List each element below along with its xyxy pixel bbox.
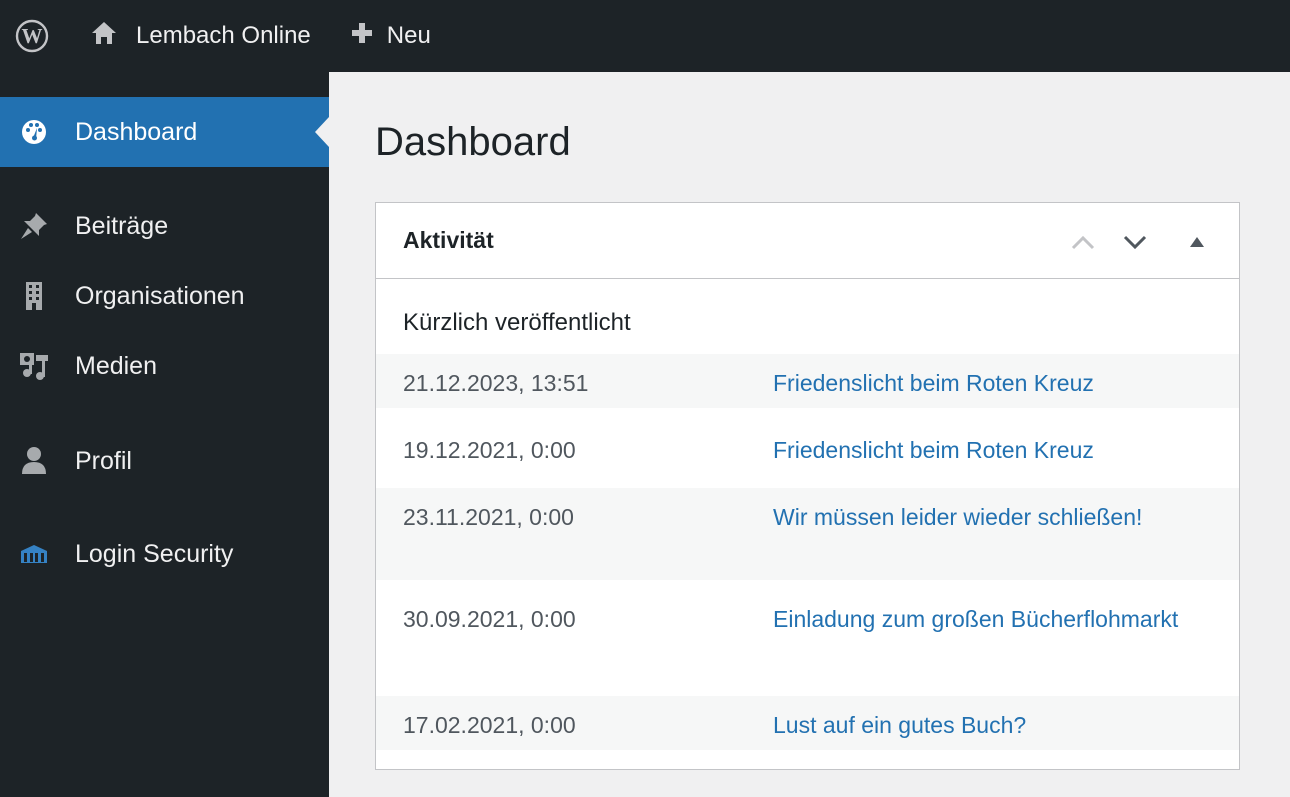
sidebar-item-label: Profil: [75, 446, 132, 475]
list-item: 21.12.2023, 13:51 Friedenslicht beim Rot…: [376, 354, 1239, 408]
new-content-button[interactable]: Neu: [351, 0, 431, 72]
post-title-link[interactable]: Lust auf ein gutes Buch?: [773, 708, 1213, 743]
activity-widget-title: Aktivität: [403, 227, 494, 253]
site-name-label: Lembach Online: [136, 22, 311, 49]
list-item: 19.12.2021, 0:00 Friedenslicht beim Rote…: [376, 408, 1239, 488]
sidebar-item-medien[interactable]: Medien: [0, 331, 329, 401]
list-item: 23.11.2021, 0:00 Wir müssen leider wiede…: [376, 488, 1239, 580]
post-date: 21.12.2023, 13:51: [403, 370, 589, 396]
shield-building-icon: [18, 538, 50, 570]
admin-bar: W Lembach Online Neu: [0, 0, 1290, 72]
dashboard-icon: [18, 116, 50, 148]
collapse-toggle-button[interactable]: [1180, 225, 1214, 259]
activity-widget-header: Aktivität: [376, 203, 1239, 279]
sidebar-item-login-security[interactable]: Login Security: [0, 519, 329, 589]
sidebar-item-label: Dashboard: [75, 117, 198, 146]
chevron-down-icon: [1123, 235, 1147, 250]
activity-widget: Aktivität Kürzlich veröffentlicht 21.12.…: [375, 202, 1240, 770]
svg-text:W: W: [22, 24, 43, 48]
sidebar-item-label: Organisationen: [75, 281, 245, 310]
move-down-button[interactable]: [1118, 225, 1152, 259]
site-name-link[interactable]: Lembach Online: [90, 0, 311, 72]
sidebar-item-organisationen[interactable]: Organisationen: [0, 261, 329, 331]
sidebar-item-label: Login Security: [75, 539, 234, 568]
chevron-up-icon: [1071, 235, 1095, 250]
post-date: 30.09.2021, 0:00: [403, 606, 576, 632]
pin-icon: [18, 210, 50, 242]
sidebar-item-profil[interactable]: Profil: [0, 426, 329, 496]
post-title-link[interactable]: Friedenslicht beim Roten Kreuz: [773, 433, 1213, 468]
sidebar-item-dashboard[interactable]: Dashboard: [0, 97, 329, 167]
post-date: 19.12.2021, 0:00: [403, 437, 576, 463]
building-icon: [18, 280, 50, 312]
triangle-up-icon: [1190, 237, 1204, 247]
user-icon: [18, 445, 50, 477]
admin-sidebar: Dashboard Beiträge Organisationen Medien…: [0, 72, 329, 797]
sidebar-item-label: Medien: [75, 351, 157, 380]
sidebar-item-beitraege[interactable]: Beiträge: [0, 191, 329, 261]
post-title-link[interactable]: Einladung zum großen Bücherflohmarkt: [773, 602, 1213, 637]
wordpress-logo-icon[interactable]: W: [0, 0, 64, 72]
list-item: 17.02.2021, 0:00 Lust auf ein gutes Buch…: [376, 696, 1239, 750]
post-title-link[interactable]: Wir müssen leider wieder schließen!: [773, 500, 1213, 535]
post-date: 23.11.2021, 0:00: [403, 504, 574, 530]
post-date: 17.02.2021, 0:00: [403, 712, 576, 738]
recently-published-heading: Kürzlich veröffentlicht: [403, 309, 631, 336]
plus-icon: [351, 22, 373, 51]
sidebar-item-label: Beiträge: [75, 211, 169, 240]
page-title: Dashboard: [375, 120, 571, 164]
home-icon: [90, 20, 118, 53]
post-title-link[interactable]: Friedenslicht beim Roten Kreuz: [773, 366, 1213, 401]
list-item: 30.09.2021, 0:00 Einladung zum großen Bü…: [376, 580, 1239, 696]
recent-posts-list: 21.12.2023, 13:51 Friedenslicht beim Rot…: [376, 354, 1239, 750]
move-up-button[interactable]: [1066, 225, 1100, 259]
new-label: Neu: [386, 22, 431, 49]
media-icon: [18, 350, 50, 382]
